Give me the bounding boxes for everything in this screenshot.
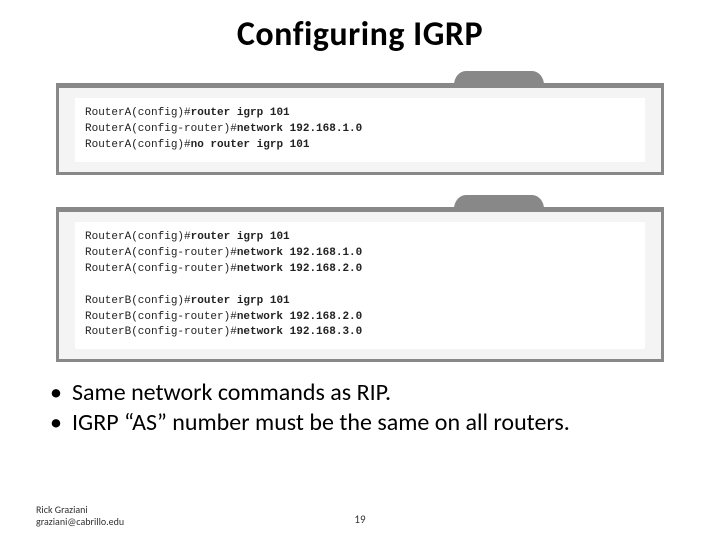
terminal-frame: RouterA(config)#router igrp 101RouterA(c… [56,85,664,175]
footer-author: Rick Graziani graziani@cabrillo.edu [36,504,124,528]
terminal-tab [454,71,544,85]
author-email: graziani@cabrillo.edu [36,515,124,528]
page-number: 19 [354,513,365,526]
terminal-output: RouterA(config)#router igrp 101RouterA(c… [75,222,645,350]
terminal-frame: RouterA(config)#router igrp 101RouterA(c… [56,209,664,363]
bullet-list: Same network commands as RIP. IGRP “AS” … [36,378,684,438]
terminal-tab-bar [56,67,664,85]
terminal-block-2: RouterA(config)#router igrp 101RouterA(c… [56,191,664,363]
terminal-tab [454,195,544,209]
terminal-block-1: RouterA(config)#router igrp 101RouterA(c… [56,67,664,175]
slide: Configuring IGRP RouterA(config)#router … [0,0,720,540]
bullet-item: IGRP “AS” number must be the same on all… [50,408,684,438]
terminal-tab-bar [56,191,664,209]
terminal-output: RouterA(config)#router igrp 101RouterA(c… [75,98,645,162]
bullet-item: Same network commands as RIP. [50,378,684,408]
page-title: Configuring IGRP [36,14,684,55]
